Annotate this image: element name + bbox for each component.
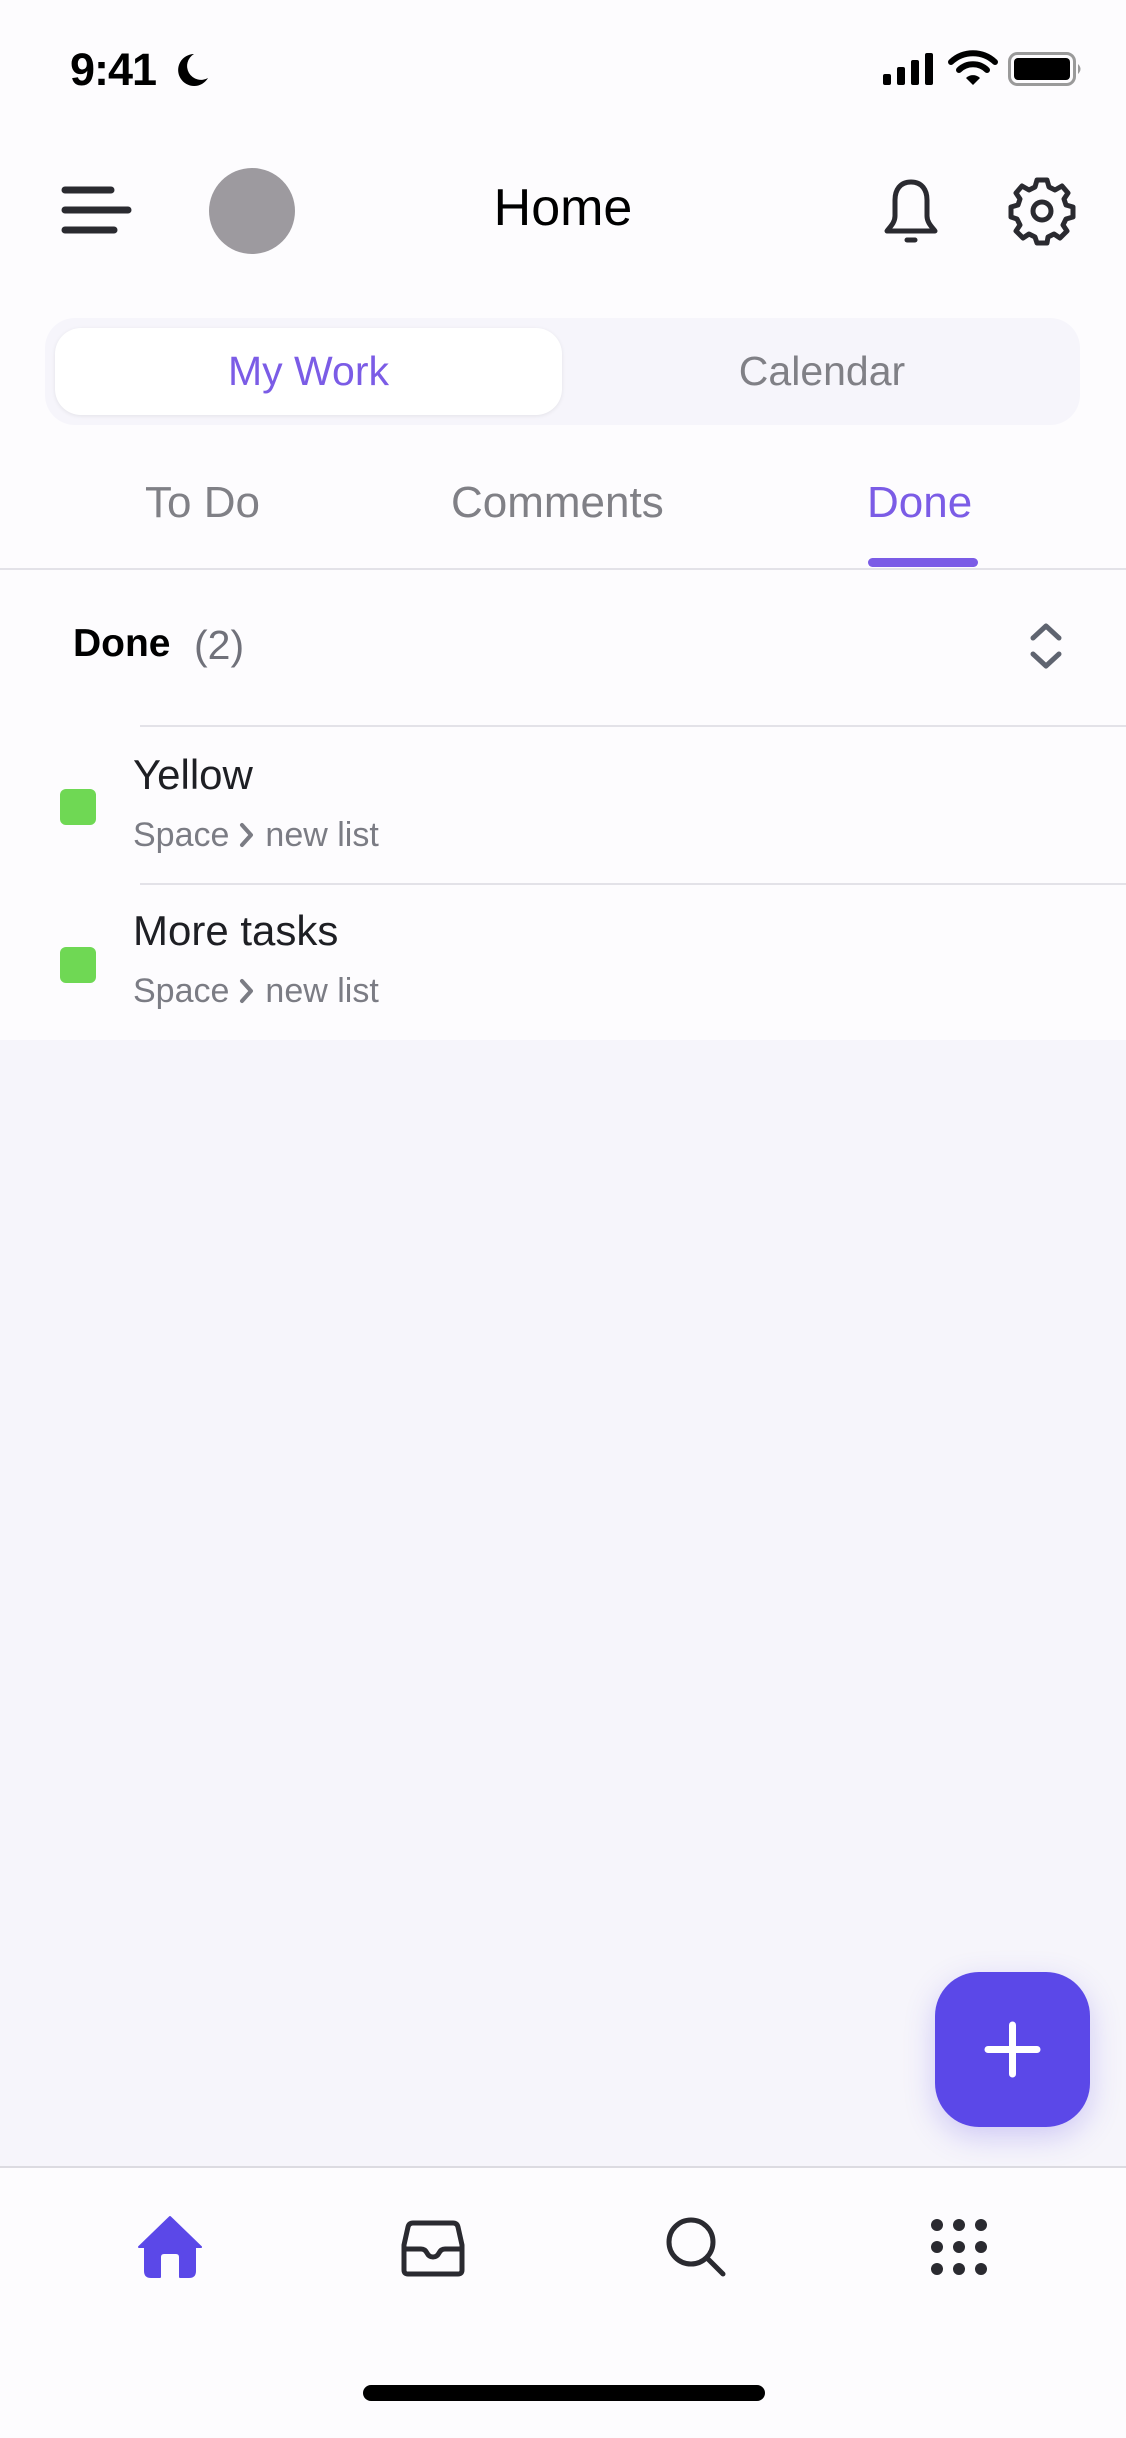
wifi-icon bbox=[948, 50, 998, 85]
nav-search[interactable] bbox=[639, 2200, 749, 2300]
segment-my-work[interactable]: My Work bbox=[55, 328, 562, 415]
list-name: new list bbox=[265, 816, 379, 854]
tab-done[interactable]: Done bbox=[867, 478, 972, 528]
task-row[interactable]: More tasks Space new list bbox=[0, 885, 1126, 1041]
chevron-right-icon bbox=[240, 823, 254, 847]
list-name: new list bbox=[265, 972, 379, 1010]
status-time: 9:41 bbox=[70, 44, 157, 95]
home-indicator bbox=[363, 2385, 765, 2401]
apps-grid-icon bbox=[931, 2219, 987, 2275]
status-indicator bbox=[60, 947, 96, 983]
space-name: Space bbox=[133, 972, 230, 1010]
add-task-button[interactable] bbox=[935, 1972, 1090, 2127]
home-icon bbox=[138, 2216, 202, 2278]
chevron-right-icon bbox=[240, 979, 254, 1003]
task-location: Space new list bbox=[133, 972, 379, 1011]
active-tab-indicator bbox=[868, 558, 978, 567]
cellular-signal-icon bbox=[883, 53, 933, 85]
nav-more[interactable] bbox=[902, 2200, 1012, 2300]
nav-home[interactable] bbox=[113, 2200, 223, 2300]
view-segmented-control: My Work Calendar bbox=[45, 318, 1080, 425]
page-title: Home bbox=[493, 179, 633, 237]
battery-icon bbox=[1008, 52, 1081, 86]
task-title: Yellow bbox=[133, 751, 253, 798]
status-indicator bbox=[60, 789, 96, 825]
tab-to-do[interactable]: To Do bbox=[145, 478, 260, 528]
section-count: (2) bbox=[194, 622, 245, 668]
plus-icon bbox=[984, 2021, 1041, 2078]
search-icon bbox=[666, 2217, 726, 2277]
space-name: Space bbox=[133, 816, 230, 854]
task-location: Space new list bbox=[133, 816, 379, 855]
task-row[interactable]: Yellow Space new list bbox=[0, 727, 1126, 883]
chevron-up-down-icon[interactable] bbox=[1020, 618, 1072, 674]
section-title: Done bbox=[73, 622, 171, 665]
bell-icon[interactable] bbox=[878, 176, 944, 246]
gear-icon[interactable] bbox=[1004, 174, 1080, 248]
inbox-icon bbox=[401, 2220, 465, 2277]
nav-inbox[interactable] bbox=[376, 2200, 486, 2300]
moon-icon bbox=[178, 54, 208, 86]
tab-comments[interactable]: Comments bbox=[451, 478, 664, 528]
segment-calendar[interactable]: Calendar bbox=[572, 328, 1072, 415]
task-title: More tasks bbox=[133, 907, 339, 954]
